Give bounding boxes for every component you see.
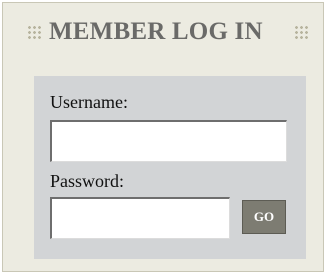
grip-dots-icon: [294, 25, 309, 40]
password-input[interactable]: [50, 197, 230, 239]
password-label: Password:: [50, 171, 125, 191]
go-button[interactable]: GO: [242, 200, 286, 234]
login-title: MEMBER LOG IN: [49, 18, 263, 45]
member-login-widget: MEMBER LOG IN Username: Password: GO: [2, 2, 324, 272]
login-form-panel: Username: Password: GO: [34, 76, 306, 259]
username-label: Username:: [50, 92, 128, 112]
grip-dots-icon: [27, 25, 42, 40]
login-header: MEMBER LOG IN: [3, 3, 323, 69]
username-input[interactable]: [50, 120, 287, 162]
